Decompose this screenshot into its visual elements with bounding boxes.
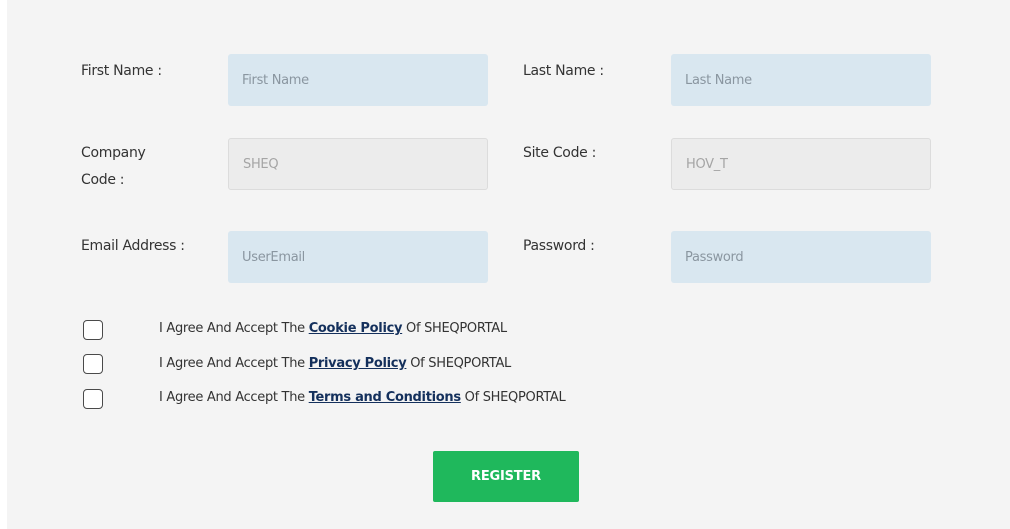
email-input[interactable]: [228, 231, 488, 283]
terms-agree-prefix: I Agree And Accept The: [159, 390, 305, 405]
cookie-policy-agreement: I Agree And Accept The Cookie Policy Of …: [159, 319, 507, 339]
terms-conditions-link[interactable]: Terms and Conditions: [309, 390, 461, 405]
privacy-policy-agreement: I Agree And Accept The Privacy Policy Of…: [159, 354, 511, 374]
company-code-input[interactable]: [228, 138, 488, 190]
cookie-policy-link[interactable]: Cookie Policy: [309, 321, 403, 336]
terms-agree-suffix: Of SHEQPORTAL: [464, 390, 566, 405]
cookie-agree-prefix: I Agree And Accept The: [159, 321, 305, 336]
last-name-input[interactable]: [671, 54, 931, 106]
password-input[interactable]: [671, 231, 931, 283]
registration-panel: First Name : Last Name : Company Code : …: [7, 0, 1010, 529]
terms-conditions-agreement: I Agree And Accept The Terms and Conditi…: [159, 388, 566, 408]
company-code-label-line1: Company: [81, 145, 146, 161]
privacy-policy-link[interactable]: Privacy Policy: [309, 356, 407, 371]
cookie-agree-suffix: Of SHEQPORTAL: [406, 321, 507, 336]
privacy-agree-suffix: Of SHEQPORTAL: [410, 356, 511, 371]
privacy-agree-prefix: I Agree And Accept The: [159, 356, 305, 371]
cookie-policy-checkbox[interactable]: [83, 320, 103, 340]
register-button[interactable]: REGISTER: [433, 451, 579, 502]
password-label: Password :: [523, 238, 595, 254]
site-code-input[interactable]: [671, 138, 931, 190]
company-code-label: Company Code :: [81, 140, 146, 194]
terms-conditions-checkbox[interactable]: [83, 389, 103, 409]
privacy-policy-checkbox[interactable]: [83, 354, 103, 374]
site-code-label: Site Code :: [523, 145, 597, 161]
email-address-label: Email Address :: [81, 238, 185, 254]
first-name-label: First Name :: [81, 63, 162, 79]
first-name-input[interactable]: [228, 54, 488, 106]
company-code-label-line2: Code :: [81, 172, 125, 188]
last-name-label: Last Name :: [523, 63, 604, 79]
